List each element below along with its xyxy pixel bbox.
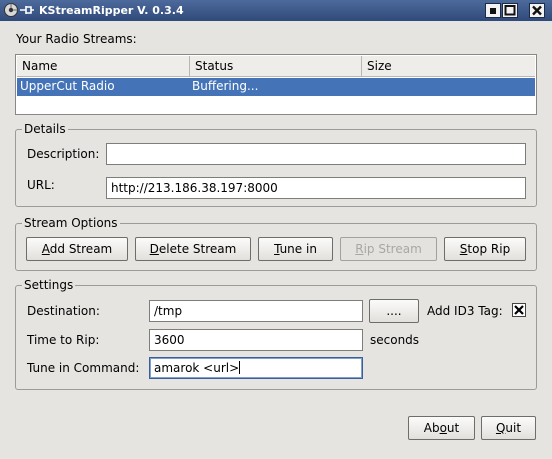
description-field[interactable] bbox=[106, 143, 526, 165]
tune-in-command-label: Tune in Command: bbox=[27, 361, 140, 375]
maximize-icon bbox=[504, 5, 516, 16]
add-stream-button[interactable]: Add Stream bbox=[26, 237, 128, 261]
details-title: Details bbox=[22, 122, 68, 136]
list-header: Name Status Size bbox=[17, 56, 535, 77]
settings-title: Settings bbox=[22, 278, 76, 292]
id3-tag-checkbox[interactable] bbox=[512, 303, 526, 317]
stream-options-title: Stream Options bbox=[22, 216, 120, 230]
column-header-size[interactable]: Size bbox=[362, 56, 535, 77]
checkmark-icon bbox=[514, 305, 524, 315]
window-title: KStreamRipper V. 0.3.4 bbox=[39, 4, 184, 17]
rip-stream-button[interactable]: Rip Stream bbox=[340, 237, 437, 261]
stream-name: UpperCut Radio bbox=[20, 79, 115, 93]
about-button[interactable]: About bbox=[408, 416, 475, 440]
seconds-label: seconds bbox=[370, 333, 420, 347]
url-label: URL: bbox=[27, 178, 55, 192]
streams-list[interactable]: Name Status Size UpperCut Radio Bufferin… bbox=[15, 54, 537, 115]
time-to-rip-label: Time to Rip: bbox=[27, 333, 100, 347]
text-caret bbox=[239, 361, 241, 374]
tune-in-button[interactable]: Tune in bbox=[258, 237, 333, 261]
minimize-icon bbox=[490, 8, 496, 14]
list-item[interactable]: UpperCut Radio Buffering... bbox=[17, 78, 535, 96]
minimize-button[interactable] bbox=[485, 3, 501, 18]
stop-rip-button[interactable]: Stop Rip bbox=[444, 237, 526, 261]
tune-in-command-value: amarok <url> bbox=[154, 361, 240, 375]
kstreamripper-icon[interactable] bbox=[3, 2, 19, 18]
quit-button[interactable]: Quit bbox=[481, 416, 536, 440]
tune-in-command-field[interactable]: amarok <url> bbox=[149, 357, 363, 379]
close-button[interactable] bbox=[529, 3, 545, 18]
title-bar[interactable]: KStreamRipper V. 0.3.4 bbox=[0, 0, 552, 21]
browse-button[interactable]: .... bbox=[369, 299, 419, 323]
destination-field[interactable]: /tmp bbox=[149, 300, 363, 322]
streams-heading: Your Radio Streams: bbox=[16, 32, 137, 46]
close-icon bbox=[532, 5, 542, 16]
stream-status: Buffering... bbox=[192, 79, 259, 93]
destination-label: Destination: bbox=[27, 304, 100, 318]
time-to-rip-field[interactable]: 3600 bbox=[149, 329, 363, 351]
delete-stream-button[interactable]: Delete Stream bbox=[135, 237, 251, 261]
description-label: Description: bbox=[27, 147, 100, 161]
maximize-button[interactable] bbox=[502, 3, 518, 18]
pin-icon[interactable] bbox=[20, 4, 34, 16]
column-header-status[interactable]: Status bbox=[190, 56, 362, 77]
id3-tag-label: Add ID3 Tag: bbox=[427, 304, 503, 318]
url-field[interactable]: http://213.186.38.197:8000 bbox=[106, 177, 526, 199]
column-header-name[interactable]: Name bbox=[17, 56, 190, 77]
